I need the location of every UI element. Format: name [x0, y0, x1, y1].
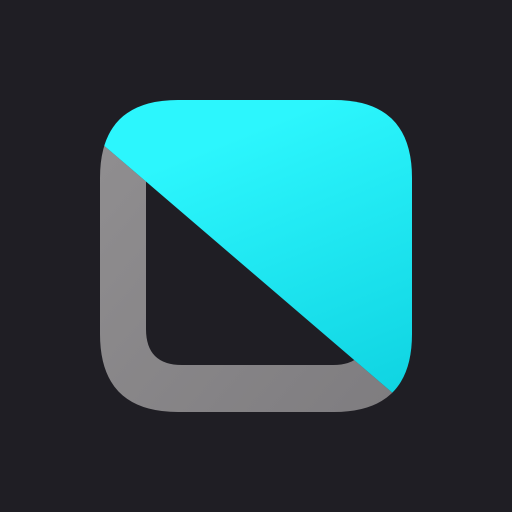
- app-logo-icon: [100, 100, 412, 412]
- app-icon-canvas: [0, 0, 512, 512]
